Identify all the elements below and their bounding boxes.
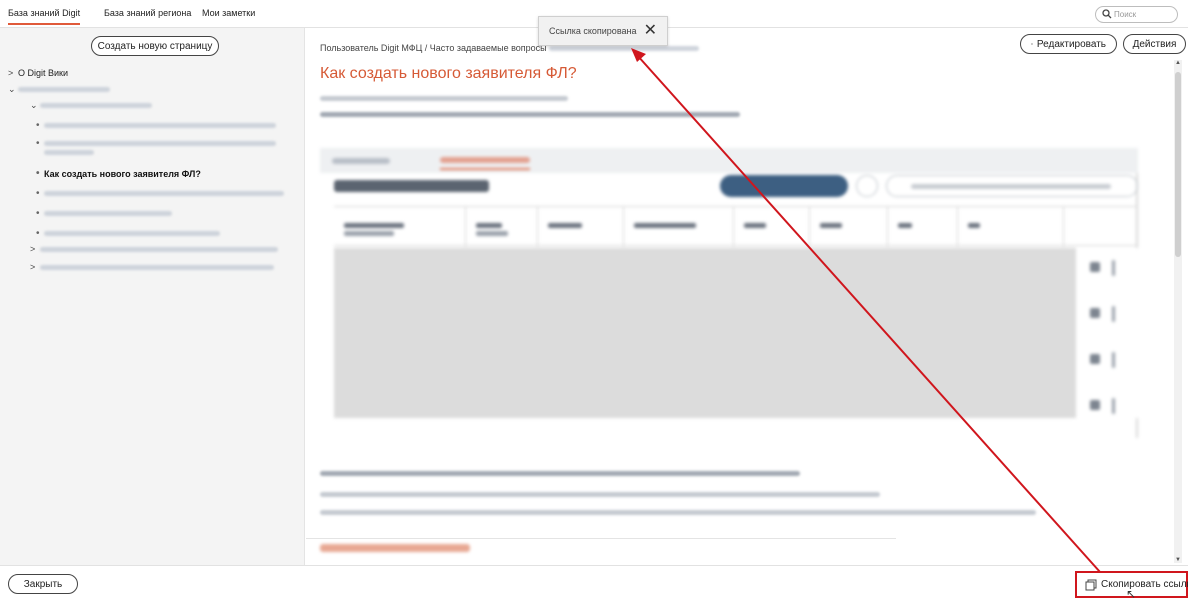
close-icon[interactable]: ✕ [644,22,657,40]
close-button[interactable]: Закрыть [8,574,78,594]
blurred-paragraph [320,510,1036,515]
tab-region-knowledge-base[interactable]: База знаний региона [104,8,191,18]
blurred-subheading [320,544,470,552]
tree-item-about-digit-wiki[interactable]: > О Digit Вики [8,68,68,78]
blurred-label [40,246,278,252]
blurred-paragraph [320,492,880,497]
bottom-bar: Закрыть [0,565,1188,598]
blurred-label [44,231,220,236]
blurred-label [44,123,276,128]
sidebar: Создать новую страницу > О Digit Вики ⌄ … [0,28,305,565]
blurred-label [18,87,110,92]
blurred-label [40,103,152,108]
blurred-paragraph [320,96,568,101]
page-title: Как создать нового заявителя ФЛ? [320,65,577,82]
tree-item[interactable]: • [36,208,172,219]
tree-item[interactable]: • [36,138,276,149]
blurred-label [44,211,172,216]
search-placeholder: Поиск [1114,10,1137,19]
chevron-down-icon: ⌄ [8,84,16,94]
scrollbar[interactable]: ▲ ▼ [1174,60,1182,563]
blurred-paragraph [320,471,800,476]
toast-notification: Ссылка скопирована ✕ [538,16,668,46]
chevron-down-icon: ⌄ [30,100,38,110]
blurred-paragraph [320,112,740,117]
search-input[interactable]: Поиск [1095,6,1178,23]
tree-item-current[interactable]: • Как создать нового заявителя ФЛ? [36,168,201,179]
chevron-right-icon: > [30,244,36,254]
tree-item[interactable]: • [36,120,276,131]
search-icon [1102,9,1112,19]
tree-item[interactable]: > [30,244,278,254]
tree-item[interactable]: ⌄ [30,100,152,111]
breadcrumb-text: Пользователь Digit МФЦ / Часто задаваемы… [320,43,547,53]
tree-item[interactable]: ⌄ [8,84,110,95]
embedded-screenshot [320,148,1138,438]
tree-item[interactable]: • [36,188,284,199]
tree-item-wrap [44,150,94,155]
scroll-up-icon[interactable]: ▲ [1174,60,1182,66]
edit-button[interactable]: Редактировать [1020,34,1117,54]
blurred-breadcrumb-tail [549,46,700,52]
create-page-button[interactable]: Создать новую страницу [91,36,219,56]
cursor-icon: ↖ [1126,587,1137,598]
copy-link-label: Скопировать ссылку [1101,579,1188,590]
tree-item-label: О Digit Вики [18,68,69,78]
chevron-right-icon: > [30,262,36,272]
tree-item[interactable]: • [36,228,220,239]
tree-item[interactable]: > [30,262,274,272]
blurred-label [44,150,94,155]
tab-digit-knowledge-base[interactable]: База знаний Digit [8,8,81,25]
main-content: Пользователь Digit МФЦ / Часто задаваемы… [306,28,1188,565]
toast-text: Ссылка скопирована [549,26,637,36]
tree-item-label: Как создать нового заявителя ФЛ? [44,168,201,179]
scroll-down-icon[interactable]: ▼ [1174,557,1182,563]
blurred-label [44,141,276,146]
tab-my-notes[interactable]: Мои заметки [202,8,255,18]
blurred-label [44,191,284,196]
copy-icon [1085,579,1097,590]
scrollbar-thumb[interactable] [1175,72,1181,257]
chevron-right-icon: > [8,68,14,78]
list-icon [1031,43,1033,45]
blurred-label [40,264,274,270]
actions-button[interactable]: Действия [1123,34,1186,54]
edit-button-label: Редактировать [1036,38,1106,50]
